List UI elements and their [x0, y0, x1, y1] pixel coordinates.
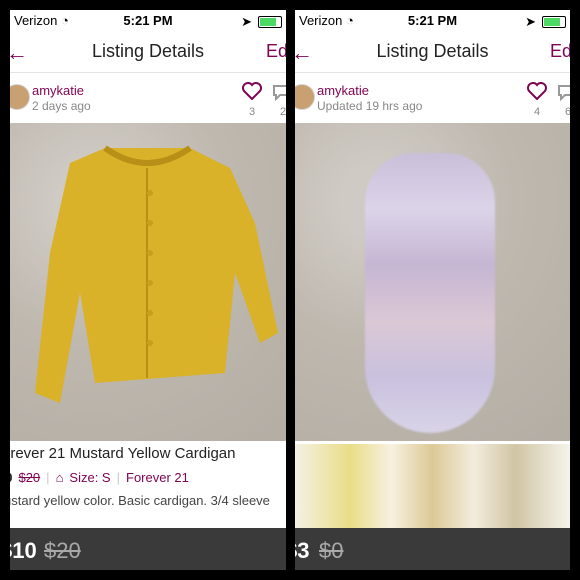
- heart-icon[interactable]: [527, 82, 547, 100]
- avatar[interactable]: [10, 84, 30, 110]
- separator: |: [116, 470, 120, 485]
- battery-icon: [258, 16, 282, 28]
- username[interactable]: amykatie: [317, 83, 369, 98]
- battery-icon: [542, 16, 566, 28]
- location-arrow-icon: ➤: [525, 14, 536, 29]
- bottom-current-price: $10: [10, 538, 37, 563]
- edit-button[interactable]: Ed: [266, 41, 286, 62]
- post-date: 2 days ago: [32, 99, 91, 113]
- size-label: Size: S: [69, 470, 111, 485]
- nav-bar: ← Listing Details Ed: [10, 30, 286, 73]
- username[interactable]: amykatie: [32, 83, 84, 98]
- current-price: 10: [10, 470, 12, 485]
- bottom-original-price: $20: [44, 538, 81, 563]
- post-date: Updated 19 hrs ago: [317, 99, 423, 113]
- separator: |: [46, 470, 50, 485]
- photo-strip[interactable]: [295, 444, 570, 538]
- user-row: amykatie 2 days ago 3 2: [10, 76, 286, 124]
- location-arrow-icon: ➤: [241, 14, 252, 29]
- listing-panel-left: Verizon ◔ 5:21 PM ➤ ← Listing Details Ed…: [10, 10, 286, 570]
- item-title: orever 21 Mustard Yellow Cardigan: [10, 445, 236, 462]
- likes-count: 4: [534, 106, 541, 118]
- status-right: ➤: [525, 14, 566, 30]
- comments-count: 2: [280, 106, 286, 118]
- edit-button[interactable]: Ed: [550, 41, 570, 62]
- status-right: ➤: [241, 14, 282, 30]
- user-row: amykatie Updated 19 hrs ago 4 6: [295, 76, 570, 124]
- page-title: Listing Details: [376, 41, 489, 61]
- bottom-price-bar: $3 $0: [295, 528, 570, 570]
- item-description: ustard yellow color. Basic cardigan. 3/4…: [10, 493, 270, 508]
- comments-count: 6: [565, 106, 570, 118]
- comment-icon[interactable]: [557, 83, 570, 101]
- likes-count: 3: [249, 106, 256, 118]
- listing-photo-cardigan[interactable]: [10, 123, 286, 441]
- status-bar: Verizon ◔ 5:21 PM ➤: [295, 10, 570, 30]
- listing-photo-scarf[interactable]: [295, 123, 570, 441]
- nav-bar: ← Listing Details Ed: [295, 30, 570, 73]
- scarf-image: [365, 153, 495, 433]
- original-price: $20: [18, 470, 41, 485]
- comment-icon[interactable]: [272, 83, 286, 101]
- page-title: Listing Details: [91, 41, 205, 61]
- brand-label[interactable]: Forever 21: [126, 470, 189, 485]
- price-row: 10 $20 | ⌂ Size: S | Forever 21: [10, 470, 189, 485]
- bottom-original-price: $0: [319, 538, 344, 563]
- cardigan-image: [35, 145, 278, 403]
- heart-icon[interactable]: [242, 82, 262, 100]
- bottom-current-price: $3: [295, 538, 310, 563]
- bottom-price-bar: $10 $20: [10, 528, 286, 570]
- hanger-icon: ⌂: [55, 470, 64, 485]
- avatar[interactable]: [295, 84, 315, 110]
- listing-panel-right: Verizon ◔ 5:21 PM ➤ ← Listing Details Ed…: [295, 10, 570, 570]
- status-bar: Verizon ◔ 5:21 PM ➤: [10, 10, 286, 30]
